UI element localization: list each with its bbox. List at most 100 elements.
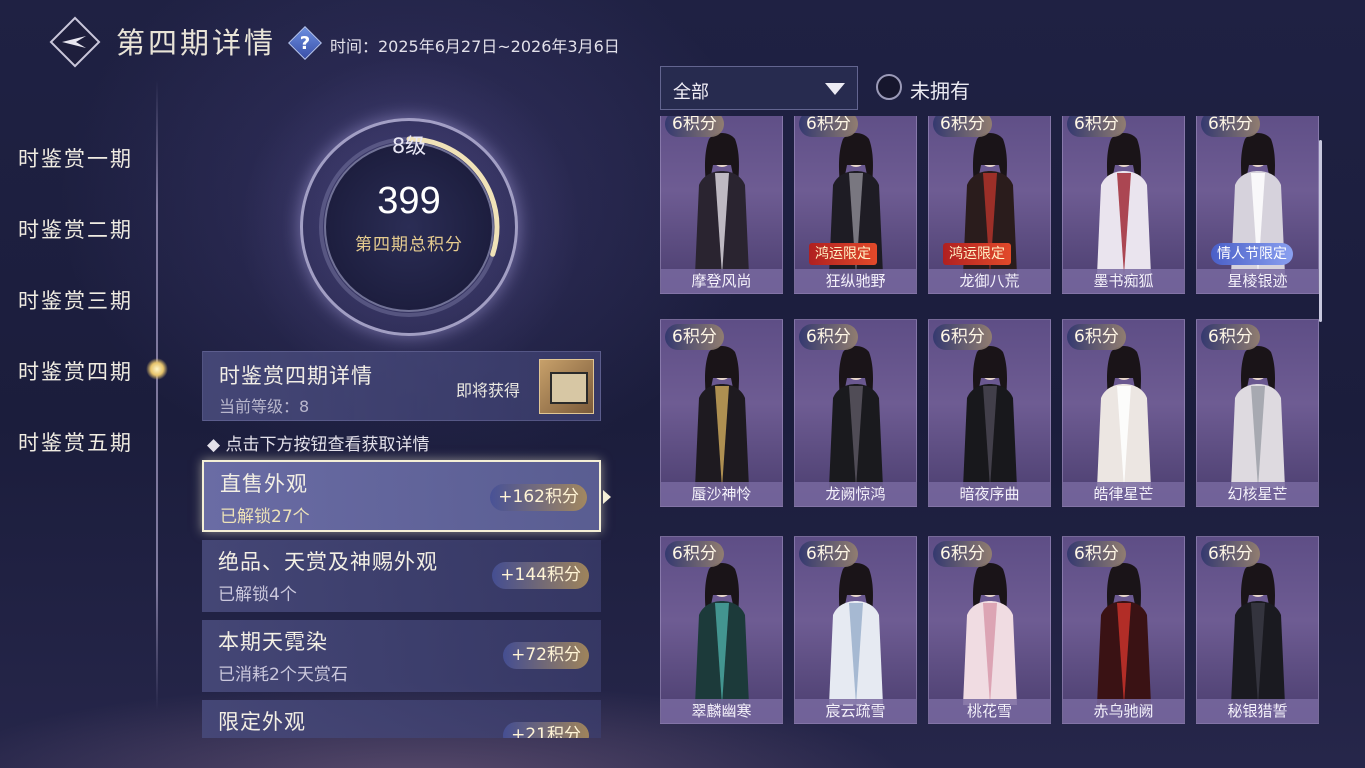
total-score-caption: 第四期总积分 [355, 235, 463, 255]
outfit-card[interactable]: 6积分鸿运限定狂纵驰野 [794, 116, 917, 294]
outfit-name: 狂纵驰野 [795, 269, 916, 293]
points-badge: 6积分 [665, 324, 724, 350]
filter-selected-value: 全部 [673, 82, 709, 103]
points-badge: 6积分 [799, 324, 858, 350]
category-direct-sale[interactable]: 直售外观 已解锁27个 +162积分 [202, 460, 611, 532]
character-figure-icon [963, 346, 1017, 488]
character-figure-icon [1097, 346, 1151, 488]
outfit-card[interactable]: 6积分秘银猎誓 [1196, 536, 1319, 724]
points-badge: 6积分 [1201, 324, 1260, 350]
page-title: 第四期详情 [116, 26, 277, 60]
outfit-card[interactable]: 6积分龙阙惊鸿 [794, 319, 917, 507]
outfit-card[interactable]: 6积分 墨书痴狐 [1062, 116, 1185, 294]
nav-item-period-2[interactable]: 时鉴赏二期 [18, 214, 133, 244]
limited-tag: 鸿运限定 [943, 243, 1011, 265]
outfit-card[interactable]: 6积分鸿运限定龙御八荒 [928, 116, 1051, 294]
nav-item-period-4[interactable]: 时鉴赏四期 [18, 356, 133, 386]
nav-item-period-5[interactable]: 时鉴赏五期 [18, 427, 133, 457]
grid-scrollbar[interactable] [1319, 140, 1322, 322]
outfit-name: 翠麟幽寒 [661, 699, 782, 723]
outfit-card[interactable]: 6积分 赤乌驰阙 [1062, 536, 1185, 724]
character-figure-icon [829, 563, 883, 705]
current-level: 当前等级：8 [219, 397, 310, 416]
outfit-card[interactable]: 6积分 情人节限定 星棱银迹 [1196, 116, 1319, 294]
points-badge: 6积分 [799, 541, 858, 567]
nav-divider [156, 80, 158, 710]
points-badge: +162积分 [490, 484, 587, 511]
category-title: 直售外观 [220, 472, 308, 496]
character-figure-icon [1097, 563, 1151, 705]
back-button[interactable] [49, 16, 101, 68]
level-label: 8级 [391, 134, 427, 158]
points-badge: +21积分 [503, 722, 589, 738]
outfit-name: 宸云疏雪 [795, 699, 916, 723]
outfit-card[interactable]: 6积分宸云疏雪 [794, 536, 917, 724]
outfit-name: 桃花雪 [929, 699, 1050, 723]
outfit-name: 蜃沙神怜 [661, 482, 782, 506]
points-badge: 6积分 [665, 116, 724, 137]
radio-icon[interactable] [876, 74, 902, 100]
outfit-name: 幻核星芒 [1197, 482, 1318, 506]
reward-frame-icon[interactable] [539, 359, 594, 414]
limited-tag: 鸿运限定 [809, 243, 877, 265]
outfit-card[interactable]: 6积分桃花雪 [928, 536, 1051, 724]
points-badge: 6积分 [799, 116, 858, 137]
chevron-down-icon [825, 83, 845, 95]
outfit-name: 赤乌驰阙 [1063, 699, 1184, 723]
points-badge: 6积分 [933, 116, 992, 137]
points-badge: +72积分 [503, 642, 589, 669]
selected-arrow-icon [603, 490, 611, 504]
points-badge: 6积分 [933, 324, 992, 350]
outfit-name: 龙御八荒 [929, 269, 1050, 293]
category-premium[interactable]: 绝品、天赏及神赐外观 已解锁4个 +144积分 [202, 540, 601, 612]
category-title: 本期天霓染 [218, 630, 328, 654]
outfit-card[interactable]: 6积分蜃沙神怜 [660, 319, 783, 507]
points-badge: 6积分 [1201, 541, 1260, 567]
category-dye[interactable]: 本期天霓染 已消耗2个天赏石 +72积分 [202, 620, 601, 692]
outfit-card[interactable]: 6积分幻核星芒 [1196, 319, 1319, 507]
category-title: 绝品、天赏及神赐外观 [218, 550, 438, 574]
character-figure-icon [1231, 563, 1285, 705]
outfit-grid: 6积分 摩登风尚 6积分 鸿运限定 狂纵驰野 6积分 鸿运限定 龙御八荒 6积分 墨书痴狐 6积分情… [660, 116, 1322, 738]
character-figure-icon [963, 563, 1017, 705]
character-figure-icon [1097, 133, 1151, 275]
question-icon[interactable]: ? [288, 26, 322, 60]
limited-tag: 情人节限定 [1211, 243, 1293, 265]
back-arrow-icon [62, 36, 86, 48]
outfit-name: 秘银猎誓 [1197, 699, 1318, 723]
coming-soon-label: 即将获得 [456, 381, 521, 400]
character-figure-icon [829, 346, 883, 488]
active-indicator-icon [146, 358, 168, 380]
category-title: 限定外观 [218, 710, 306, 734]
outfit-card[interactable]: 6积分皓律星芒 [1062, 319, 1185, 507]
nav-item-period-1[interactable]: 时鉴赏一期 [18, 143, 133, 173]
total-score: 399 [377, 180, 441, 222]
outfit-name: 龙阙惊鸿 [795, 482, 916, 506]
points-badge: 6积分 [1067, 116, 1126, 137]
category-subtitle: 已消耗2个天赏石 [218, 665, 348, 685]
points-badge: 6积分 [1201, 116, 1260, 137]
level-progress-ring: 8级 399 第四期总积分 [220, 48, 600, 408]
category-subtitle: 已解锁4个 [218, 585, 297, 605]
category-limited[interactable]: 限定外观 +21积分 [202, 700, 601, 738]
category-subtitle: 已解锁27个 [220, 507, 310, 527]
detail-title: 时鉴赏四期详情 [219, 364, 373, 388]
category-filter-select[interactable]: 全部 [660, 66, 858, 110]
outfit-name: 皓律星芒 [1063, 482, 1184, 506]
nav-item-period-3[interactable]: 时鉴赏三期 [18, 285, 133, 315]
hint-text: ◆ 点击下方按钮查看获取详情 [207, 435, 430, 455]
character-figure-icon [695, 133, 749, 275]
outfit-card[interactable]: 6积分翠麟幽寒 [660, 536, 783, 724]
character-figure-icon [1231, 346, 1285, 488]
points-badge: +144积分 [492, 562, 589, 589]
points-badge: 6积分 [665, 541, 724, 567]
points-badge: 6积分 [933, 541, 992, 567]
period-detail-card[interactable]: 时鉴赏四期详情 当前等级：8 即将获得 [202, 351, 601, 421]
outfit-card[interactable]: 6积分 摩登风尚 [660, 116, 783, 294]
points-badge: 6积分 [1067, 324, 1126, 350]
character-figure-icon [695, 563, 749, 705]
outfit-name: 暗夜序曲 [929, 482, 1050, 506]
outfit-card[interactable]: 6积分暗夜序曲 [928, 319, 1051, 507]
unowned-label: 未拥有 [910, 79, 970, 103]
character-figure-icon [695, 346, 749, 488]
